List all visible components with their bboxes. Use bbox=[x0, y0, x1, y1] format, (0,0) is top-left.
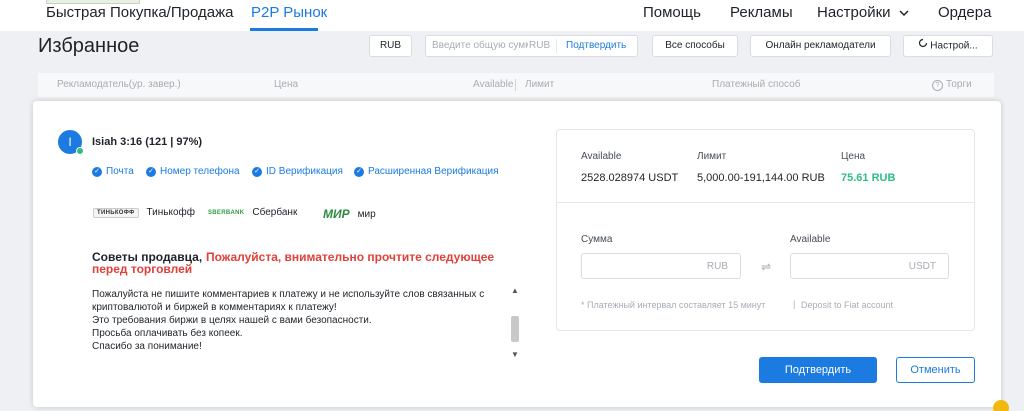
tips-line: криптовалютой и биржей в комментариях к … bbox=[92, 302, 337, 313]
limit-value: 5,000.00-191,144.00 RUB bbox=[697, 172, 825, 184]
scroll-thumb[interactable] bbox=[511, 316, 519, 342]
col-available: Available bbox=[473, 79, 514, 90]
verification-label: Расширенная Верификация bbox=[368, 166, 499, 177]
receive-currency: USDT bbox=[908, 261, 936, 272]
amount-filter: Введите общую сумму RUB Подтвердить bbox=[425, 35, 638, 57]
nav-ads[interactable]: Рекламы bbox=[730, 4, 793, 21]
payment-methods-select[interactable]: Все способы bbox=[652, 35, 738, 57]
swap-icon: ⇌ bbox=[761, 260, 772, 274]
sum-label: Сумма bbox=[581, 234, 613, 245]
payment-method-mir: МИР мир bbox=[323, 207, 376, 221]
check-icon: ✓ bbox=[354, 166, 364, 177]
sberbank-logo-icon: SBERBANK bbox=[208, 209, 245, 216]
seller-tips-text: Пожалуйста не пишите комментариев к плат… bbox=[92, 284, 500, 353]
chevron-down-icon bbox=[899, 4, 909, 21]
scroll-down-icon[interactable]: ▼ bbox=[510, 350, 520, 359]
verification-label: Номер телефона bbox=[160, 166, 240, 177]
tips-scrollbar[interactable]: ▲ ▼ bbox=[508, 284, 522, 364]
tips-line: Спасибо за понимание! bbox=[92, 341, 202, 352]
payment-method-label: Сбербанк bbox=[252, 207, 298, 218]
seller-name[interactable]: Isiah 3:16 (121 | 97%) bbox=[92, 136, 202, 148]
seller-tips-scroll-area[interactable]: Пожалуйста не пишите комментариев к плат… bbox=[92, 284, 524, 364]
payment-method-tinkoff: ТИНЬКОФФ Тинькофф bbox=[93, 207, 195, 218]
divider bbox=[556, 39, 557, 53]
col-payment: Платежный способ bbox=[712, 79, 801, 90]
available-label: Available bbox=[581, 151, 622, 162]
verification-email: ✓ Почта bbox=[92, 166, 134, 177]
confirm-button[interactable]: Подтвердить bbox=[759, 357, 877, 383]
tips-line: Это требования биржи в целях нашей с вам… bbox=[92, 315, 372, 326]
page-title: Избранное bbox=[38, 35, 140, 57]
tips-line: Пожалуйста не пишите комментариев к плат… bbox=[92, 289, 485, 300]
help-icon: ? bbox=[932, 80, 943, 91]
sum-input[interactable]: RUB bbox=[581, 253, 741, 279]
tinkoff-logo-icon: ТИНЬКОФФ bbox=[93, 207, 139, 218]
currency-select[interactable]: RUB bbox=[369, 35, 412, 57]
check-icon: ✓ bbox=[92, 166, 102, 177]
col-trade: ? Торги bbox=[932, 79, 972, 91]
online-status-icon bbox=[76, 147, 84, 155]
refresh-settings-label: Настрой... bbox=[930, 40, 978, 52]
verification-label: Почта bbox=[106, 166, 134, 177]
price-label: Цена bbox=[841, 151, 866, 162]
cancel-button[interactable]: Отменить bbox=[896, 357, 975, 383]
verification-id: ✓ ID Верификация bbox=[252, 166, 343, 177]
deposit-link[interactable]: Deposit to Fiat account bbox=[801, 300, 893, 310]
top-navigation: Быстрая Покупка/Продажа P2P Рынок Помощь… bbox=[0, 0, 1024, 31]
payment-method-label: Тинькофф bbox=[146, 207, 196, 218]
nav-help[interactable]: Помощь bbox=[643, 4, 701, 21]
verification-advanced: ✓ Расширенная Верификация bbox=[354, 166, 499, 177]
col-limit: Лимит bbox=[525, 79, 555, 90]
active-tab-indicator bbox=[250, 28, 318, 31]
amount-currency: RUB bbox=[529, 40, 551, 51]
col-advertiser: Рекламодатель(ур. завер.) bbox=[57, 79, 181, 90]
nav-orders[interactable]: Ордера bbox=[938, 4, 991, 21]
col-trade-label: Торги bbox=[946, 79, 972, 90]
table-header: Рекламодатель(ур. завер.) Цена Available… bbox=[38, 73, 994, 97]
check-icon: ✓ bbox=[146, 166, 156, 177]
mir-logo-icon: МИР bbox=[323, 207, 350, 221]
refresh-icon bbox=[918, 36, 928, 56]
verification-phone: ✓ Номер телефона bbox=[146, 166, 240, 177]
divider bbox=[557, 202, 974, 203]
available-value: 2528.028974 USDT bbox=[581, 172, 679, 184]
payment-method-sberbank: SBERBANK Сбербанк bbox=[208, 207, 297, 218]
receive-label: Available bbox=[790, 234, 831, 245]
online-advertisers-toggle[interactable]: Онлайн рекламодатели bbox=[750, 35, 891, 57]
divider: | bbox=[793, 299, 796, 309]
col-price: Цена bbox=[274, 79, 299, 90]
refresh-settings-button[interactable]: Настрой... bbox=[903, 35, 993, 57]
nav-settings[interactable]: Настройки bbox=[817, 4, 909, 21]
tips-line: Просьба оплачивать без копеек. bbox=[92, 328, 243, 339]
amount-confirm-button[interactable]: Подтвердить bbox=[566, 40, 626, 51]
payment-method-label: мир bbox=[357, 208, 376, 220]
seller-tips-warning: Пожалуйста, внимательно прочтите следующ… bbox=[206, 250, 495, 264]
amount-input[interactable]: Введите общую сумму bbox=[432, 40, 528, 51]
price-value: 75.61 RUB bbox=[841, 172, 896, 184]
chat-icon[interactable] bbox=[993, 400, 1009, 411]
limit-label: Лимит bbox=[697, 151, 727, 162]
divider bbox=[515, 79, 516, 91]
payment-interval-note: * Платежный интервал составляет 15 минут bbox=[581, 300, 766, 310]
receive-input[interactable]: USDT bbox=[790, 253, 949, 279]
check-icon: ✓ bbox=[252, 166, 262, 177]
scroll-up-icon[interactable]: ▲ bbox=[510, 286, 520, 295]
nav-quick-buy-sell[interactable]: Быстрая Покупка/Продажа bbox=[46, 4, 233, 21]
seller-tips-warning-cont: перед торговлей bbox=[92, 262, 193, 276]
sum-currency: RUB bbox=[706, 261, 728, 272]
nav-p2p-market[interactable]: P2P Рынок bbox=[251, 4, 327, 21]
verification-label: ID Верификация bbox=[266, 166, 343, 177]
nav-settings-label: Настройки bbox=[817, 4, 891, 21]
